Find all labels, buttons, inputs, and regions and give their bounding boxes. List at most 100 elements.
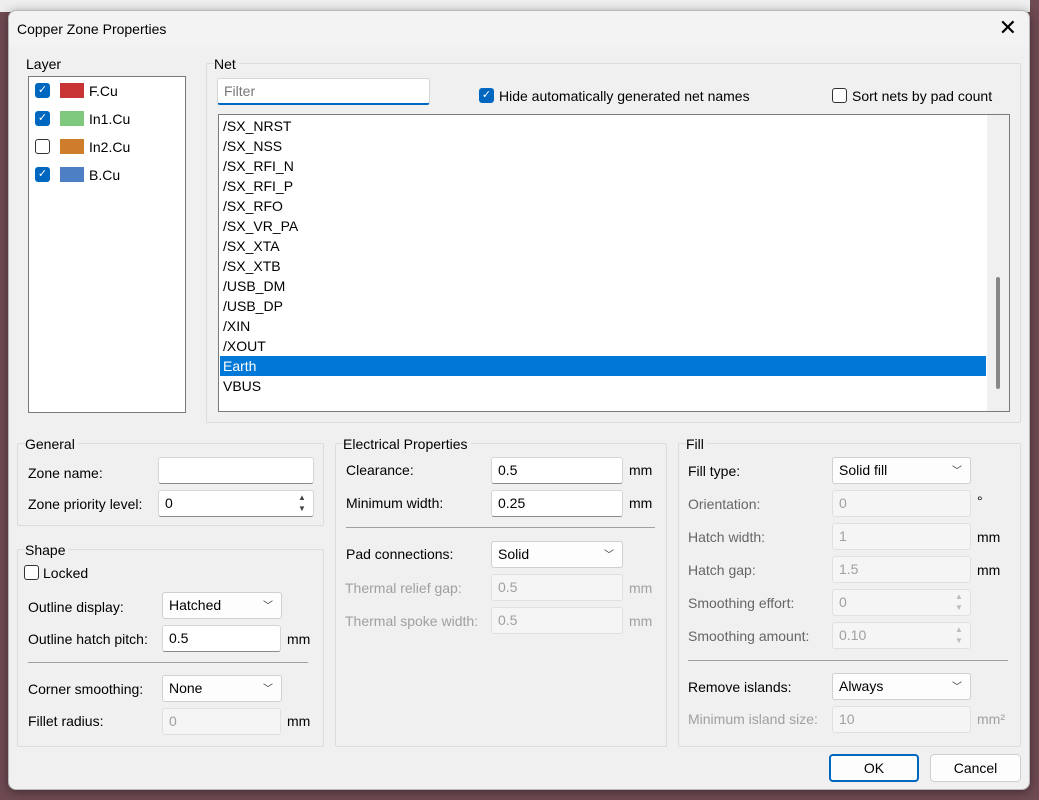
corner-smoothing-select[interactable]: None ﹀ [162, 675, 282, 702]
hatch-gap-input[interactable]: 1.5 [832, 556, 971, 583]
net-list-item[interactable]: /XOUT [220, 336, 986, 356]
unit-label: mm [629, 495, 652, 511]
net-list-item[interactable]: /SX_XTA [220, 236, 986, 256]
orientation-input[interactable]: 0 [832, 490, 971, 517]
clearance-label: Clearance: [346, 462, 414, 478]
net-list-item[interactable]: /SX_VR_PA [220, 216, 986, 236]
net-list-item[interactable]: /SX_RFI_N [220, 156, 986, 176]
shape-legend: Shape [25, 542, 68, 558]
remove-islands-label: Remove islands: [688, 679, 792, 695]
unit-label: mm² [977, 711, 1005, 727]
divider [346, 527, 655, 528]
remove-islands-value: Always [839, 678, 883, 694]
corner-smoothing-value: None [169, 680, 202, 696]
zone-name-input[interactable] [158, 457, 314, 484]
outline-display-label: Outline display: [28, 599, 124, 615]
min-width-label: Minimum width: [346, 495, 443, 511]
thermal-relief-gap-input[interactable]: 0.5 [491, 574, 623, 601]
clearance-input[interactable]: 0.5 [491, 457, 623, 484]
fill-type-select[interactable]: Solid fill﹀ [832, 457, 971, 484]
net-list-item[interactable]: Earth [220, 356, 986, 376]
locked-checkbox[interactable] [24, 565, 39, 580]
net-list-item[interactable]: /SX_RFI_P [220, 176, 986, 196]
orientation-label: Orientation: [688, 496, 760, 512]
net-list-item[interactable]: /SX_NRST [220, 116, 986, 136]
smoothing-amount-spinner[interactable]: 0.10 ▲▼ [832, 622, 971, 649]
fillet-radius-label: Fillet radius: [28, 713, 103, 729]
chevron-down-icon: ﹀ [263, 680, 273, 695]
spin-arrows-icon[interactable]: ▲▼ [293, 492, 311, 515]
pad-connections-select[interactable]: Solid ﹀ [491, 541, 623, 568]
spin-arrows-icon[interactable]: ▲▼ [950, 591, 968, 614]
layer-color-swatch [60, 167, 84, 182]
pad-connections-value: Solid [498, 546, 529, 562]
smoothing-amount-label: Smoothing amount: [688, 628, 809, 644]
electrical-legend: Electrical Properties [343, 436, 471, 452]
layer-checkbox[interactable]: ✓ [35, 167, 50, 182]
outline-display-select[interactable]: Hatched ﹀ [162, 592, 282, 619]
net-list-item[interactable]: /XIN [220, 316, 986, 336]
ok-button[interactable]: OK [829, 754, 919, 782]
dialog-title: Copper Zone Properties [17, 21, 166, 37]
unit-label: mm [629, 462, 652, 478]
net-list-scrollbar[interactable] [987, 115, 1009, 411]
fill-legend: Fill [686, 436, 707, 452]
net-list-item[interactable]: /SX_RFO [220, 196, 986, 216]
net-list-item[interactable]: /SX_NSS [220, 136, 986, 156]
background-pcb-canvas [1030, 0, 1039, 800]
outline-display-value: Hatched [169, 597, 221, 613]
hide-auto-nets-checkbox[interactable]: ✓ [479, 88, 494, 103]
hatch-pitch-label: Outline hatch pitch: [28, 631, 148, 647]
priority-label: Zone priority level: [28, 496, 142, 512]
fill-type-value: Solid fill [839, 462, 887, 478]
min-width-input[interactable]: 0.25 [491, 490, 623, 517]
net-list-item[interactable]: VBUS [220, 376, 986, 396]
layer-name: B.Cu [89, 167, 120, 183]
fill-type-label: Fill type: [688, 463, 740, 479]
priority-value: 0 [165, 495, 173, 511]
net-list-item[interactable]: /USB_DM [220, 276, 986, 296]
layer-name: In1.Cu [89, 111, 130, 127]
layer-color-swatch [60, 111, 84, 126]
general-legend: General [25, 436, 78, 452]
hatch-width-input[interactable]: 1 [832, 523, 971, 550]
cancel-button[interactable]: Cancel [930, 754, 1021, 782]
priority-spinner[interactable]: 0 ▲▼ [158, 490, 314, 517]
thermal-spoke-width-input[interactable]: 0.5 [491, 607, 623, 634]
layer-legend: Layer [26, 56, 61, 72]
chevron-down-icon: ﹀ [952, 678, 962, 693]
smoothing-amount-value: 0.10 [839, 627, 866, 643]
layer-checkbox[interactable]: ✓ [35, 111, 50, 126]
min-island-size-input[interactable]: 10 [832, 706, 971, 733]
chevron-down-icon: ﹀ [604, 546, 614, 561]
chevron-down-icon: ﹀ [263, 597, 273, 612]
hatch-gap-label: Hatch gap: [688, 562, 756, 578]
divider [688, 660, 1008, 661]
scrollbar-thumb[interactable] [996, 277, 1000, 389]
close-icon[interactable]: ✕ [999, 15, 1017, 41]
net-legend: Net [214, 56, 239, 72]
net-list[interactable]: /SX_NRST/SX_NSS/SX_RFI_N/SX_RFI_P/SX_RFO… [218, 114, 1010, 412]
layer-color-swatch [60, 83, 84, 98]
unit-label: mm [287, 713, 310, 729]
remove-islands-select[interactable]: Always ﹀ [832, 673, 971, 700]
layer-color-swatch [60, 139, 84, 154]
unit-label: mm [287, 631, 310, 647]
layer-checkbox[interactable]: ✓ [35, 83, 50, 98]
hide-auto-nets-label: Hide automatically generated net names [499, 88, 750, 104]
hatch-pitch-input[interactable]: 0.5 [162, 625, 281, 652]
fillet-radius-input[interactable]: 0 [162, 708, 281, 735]
smoothing-effort-value: 0 [839, 594, 847, 610]
sort-by-pad-checkbox[interactable] [832, 88, 847, 103]
hatch-width-label: Hatch width: [688, 529, 765, 545]
layer-checkbox[interactable] [35, 139, 50, 154]
net-list-item[interactable]: /USB_DP [220, 296, 986, 316]
spin-arrows-icon[interactable]: ▲▼ [950, 624, 968, 647]
layer-list: ✓ F.Cu✓ In1.Cu In2.Cu✓ B.Cu [28, 76, 186, 413]
locked-label: Locked [43, 565, 88, 581]
layer-name: F.Cu [89, 83, 118, 99]
net-filter-input[interactable]: Filter [217, 78, 430, 105]
net-list-item[interactable]: /SX_XTB [220, 256, 986, 276]
divider [28, 662, 308, 663]
smoothing-effort-spinner[interactable]: 0 ▲▼ [832, 589, 971, 616]
